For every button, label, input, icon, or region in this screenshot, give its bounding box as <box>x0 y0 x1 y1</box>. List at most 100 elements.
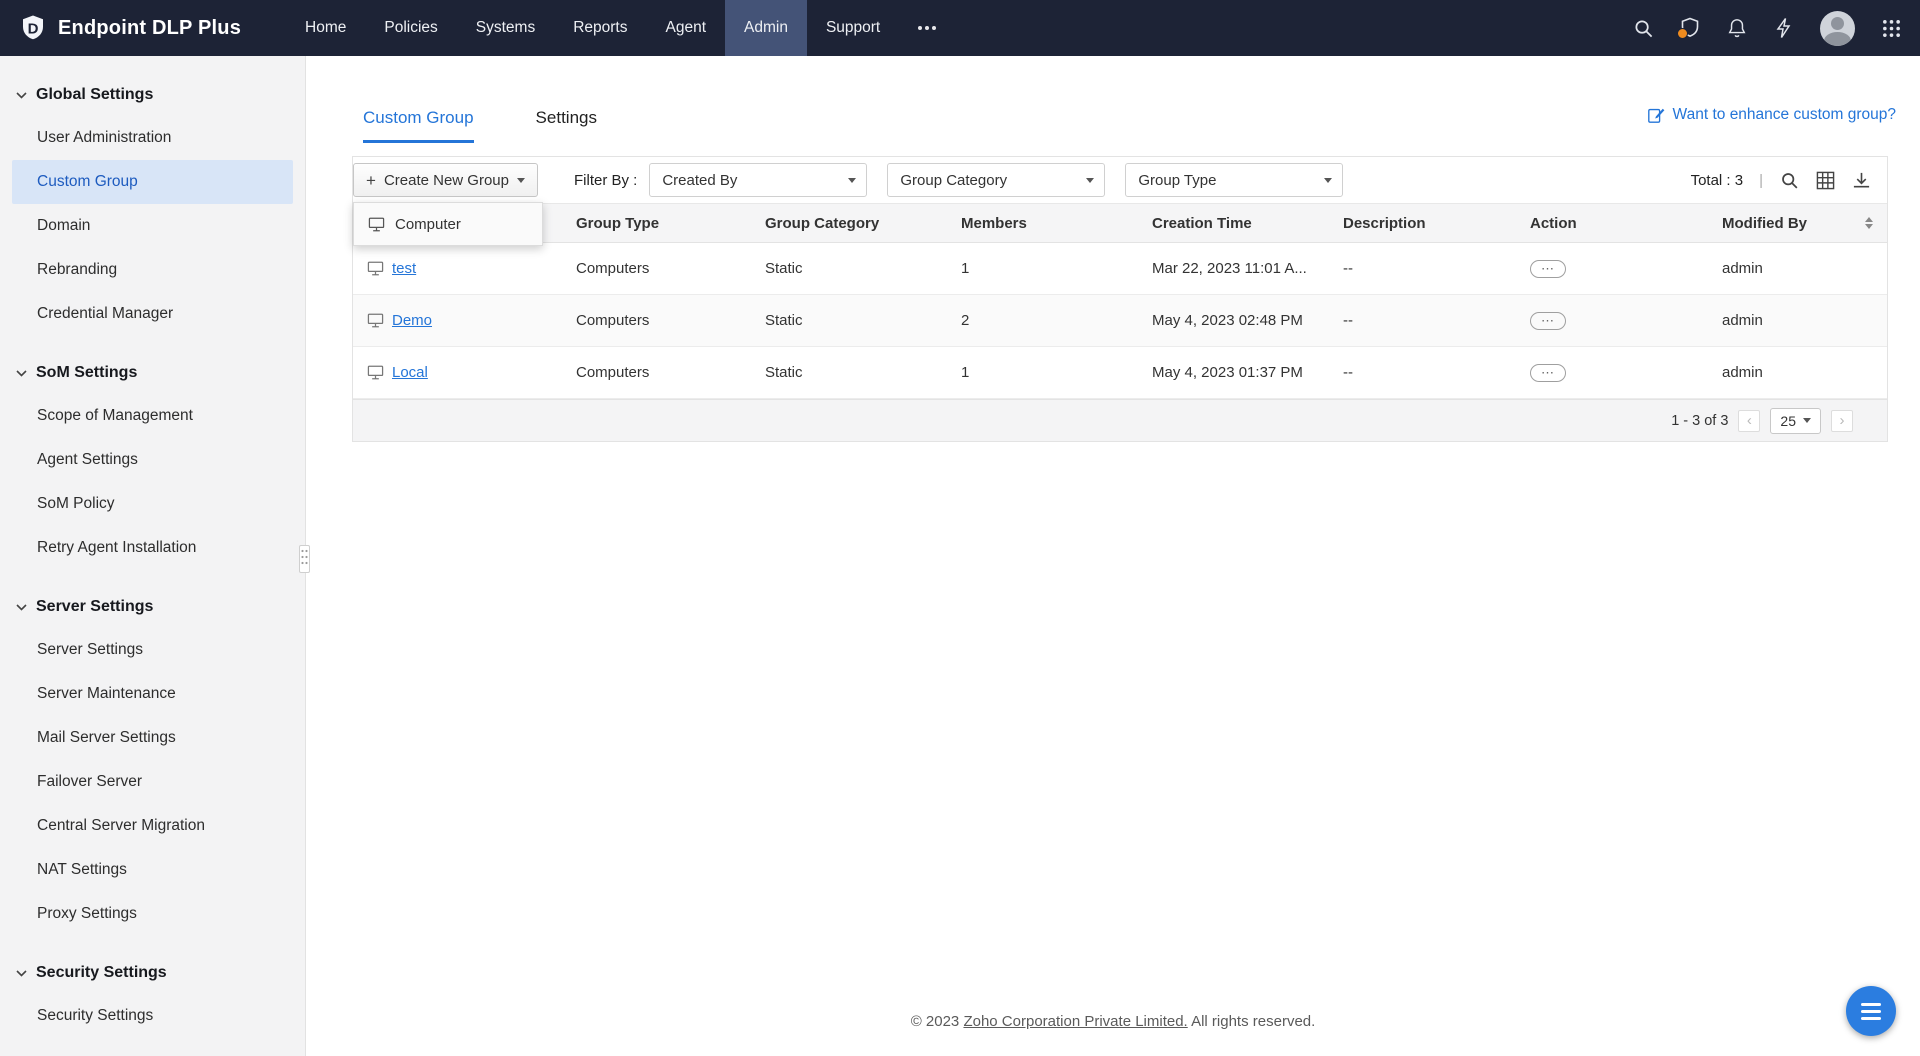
table-row: Local Computers Static 1 May 4, 2023 01:… <box>353 347 1887 399</box>
app-logo-icon: D <box>18 13 48 43</box>
security-shield-icon[interactable] <box>1679 17 1701 39</box>
sidebar-item-scope-of-management[interactable]: Scope of Management <box>12 394 293 438</box>
svg-text:D: D <box>28 21 39 38</box>
caret-down-icon <box>1324 178 1332 183</box>
section-global-settings[interactable]: Global Settings <box>0 74 305 116</box>
sidebar: Global Settings User Administration Cust… <box>0 56 306 1056</box>
sidebar-item-custom-group[interactable]: Custom Group <box>12 160 293 204</box>
zoho-link[interactable]: Zoho Corporation Private Limited. <box>963 1013 1187 1030</box>
create-new-group-button[interactable]: + Create New Group <box>353 163 538 197</box>
computer-group-icon <box>367 313 384 328</box>
chevron-down-icon <box>16 370 27 377</box>
sidebar-item-user-administration[interactable]: User Administration <box>12 116 293 160</box>
group-name-link[interactable]: Local <box>392 364 428 381</box>
hamburger-icon <box>1861 1003 1881 1006</box>
description-cell: -- <box>1331 260 1518 277</box>
total-count-label: Total : 3 <box>1691 172 1744 189</box>
section-som-settings[interactable]: SoM Settings <box>0 352 305 394</box>
header-action: Action <box>1518 215 1710 232</box>
custom-group-panel: + Create New Group Filter By : Created B… <box>352 156 1888 442</box>
chevron-down-icon <box>16 604 27 611</box>
nav-agent[interactable]: Agent <box>647 0 726 56</box>
page-size-select[interactable]: 25 <box>1770 408 1821 434</box>
floating-menu-button[interactable] <box>1846 986 1896 1036</box>
nav-home[interactable]: Home <box>286 0 365 56</box>
main-content: Custom Group Settings Want to enhance cu… <box>306 56 1920 1056</box>
plus-icon: + <box>366 172 376 189</box>
topbar: D Endpoint DLP Plus Home Policies System… <box>0 0 1920 56</box>
sidebar-item-server-maintenance[interactable]: Server Maintenance <box>12 672 293 716</box>
row-actions-button[interactable]: ⋯ <box>1530 260 1566 278</box>
group-category-cell: Static <box>753 260 949 277</box>
nav-admin[interactable]: Admin <box>725 0 807 56</box>
section-security-settings[interactable]: Security Settings <box>0 952 305 994</box>
sidebar-item-security-settings[interactable]: Security Settings <box>12 994 293 1038</box>
computer-group-icon <box>367 261 384 276</box>
header-modified-by: Modified By <box>1710 215 1887 232</box>
sidebar-item-credential-manager[interactable]: Credential Manager <box>12 292 293 336</box>
sidebar-item-nat-settings[interactable]: NAT Settings <box>12 848 293 892</box>
export-download-icon[interactable] <box>1851 170 1871 190</box>
filter-group-type-select[interactable]: Group Type <box>1125 163 1343 197</box>
nav-reports[interactable]: Reports <box>554 0 646 56</box>
action-cell: ⋯ <box>1518 364 1710 382</box>
sidebar-item-server-settings[interactable]: Server Settings <box>12 628 293 672</box>
creation-time-cell: May 4, 2023 01:37 PM <box>1140 364 1331 381</box>
table-header-row: Group Type Group Category Members Creati… <box>353 203 1887 243</box>
group-type-cell: Computers <box>564 260 753 277</box>
user-avatar[interactable] <box>1820 11 1855 46</box>
row-actions-button[interactable]: ⋯ <box>1530 312 1566 330</box>
sidebar-item-proxy-settings[interactable]: Proxy Settings <box>12 892 293 936</box>
apps-grid-icon[interactable] <box>1880 17 1902 39</box>
group-name-cell: test <box>353 260 564 277</box>
sidebar-item-retry-agent-installation[interactable]: Retry Agent Installation <box>12 526 293 570</box>
row-actions-button[interactable]: ⋯ <box>1530 364 1566 382</box>
creation-time-cell: May 4, 2023 02:48 PM <box>1140 312 1331 329</box>
pagination-next-button[interactable]: › <box>1831 410 1853 432</box>
group-name-link[interactable]: test <box>392 260 416 277</box>
search-icon[interactable] <box>1632 17 1654 39</box>
group-name-cell: Local <box>353 364 564 381</box>
header-members: Members <box>949 215 1140 232</box>
tab-settings[interactable]: Settings <box>536 108 597 143</box>
filter-created-by-select[interactable]: Created By <box>649 163 867 197</box>
caret-down-icon <box>1803 418 1811 423</box>
group-category-cell: Static <box>753 364 949 381</box>
sidebar-item-central-server-migration[interactable]: Central Server Migration <box>12 804 293 848</box>
more-menu-icon <box>918 26 922 30</box>
table-row: Demo Computers Static 2 May 4, 2023 02:4… <box>353 295 1887 347</box>
chevron-down-icon <box>16 970 27 977</box>
description-cell: -- <box>1331 312 1518 329</box>
dropdown-item-computer[interactable]: Computer <box>354 203 542 245</box>
enhance-custom-group-link[interactable]: Want to enhance custom group? <box>1647 106 1896 124</box>
sidebar-item-failover-server[interactable]: Failover Server <box>12 760 293 804</box>
edit-note-icon <box>1647 106 1665 124</box>
pagination-prev-button[interactable]: ‹ <box>1738 410 1760 432</box>
filter-group-category-select[interactable]: Group Category <box>887 163 1105 197</box>
sidebar-item-rebranding[interactable]: Rebranding <box>12 248 293 292</box>
computer-icon <box>368 217 385 232</box>
section-server-settings[interactable]: Server Settings <box>0 586 305 628</box>
brand: D Endpoint DLP Plus <box>18 13 286 43</box>
sidebar-item-mail-server-settings[interactable]: Mail Server Settings <box>12 716 293 760</box>
header-creation-time: Creation Time <box>1140 215 1331 232</box>
column-view-icon[interactable] <box>1815 170 1835 190</box>
nav-support[interactable]: Support <box>807 0 899 56</box>
modified-by-cell: admin <box>1710 260 1887 277</box>
tab-custom-group[interactable]: Custom Group <box>363 108 474 143</box>
nav-systems[interactable]: Systems <box>457 0 554 56</box>
table-search-icon[interactable] <box>1779 170 1799 190</box>
group-name-link[interactable]: Demo <box>392 312 432 329</box>
sidebar-item-domain[interactable]: Domain <box>12 204 293 248</box>
action-cell: ⋯ <box>1518 260 1710 278</box>
copyright-footer: © 2023 Zoho Corporation Private Limited.… <box>306 1013 1920 1030</box>
bell-icon[interactable] <box>1726 17 1748 39</box>
sidebar-resize-handle[interactable] <box>299 545 310 573</box>
nav-more[interactable] <box>899 0 955 56</box>
sidebar-item-agent-settings[interactable]: Agent Settings <box>12 438 293 482</box>
sort-icon[interactable] <box>1865 217 1873 229</box>
filter-by-label: Filter By : <box>574 172 637 189</box>
sidebar-item-som-policy[interactable]: SoM Policy <box>12 482 293 526</box>
lightning-icon[interactable] <box>1773 17 1795 39</box>
nav-policies[interactable]: Policies <box>365 0 456 56</box>
